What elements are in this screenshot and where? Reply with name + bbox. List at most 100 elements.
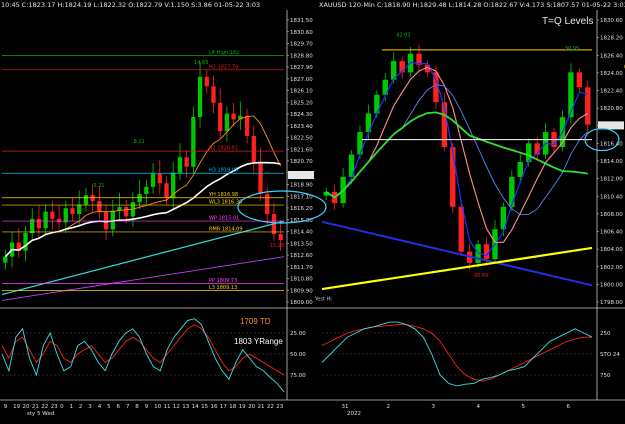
ma-green-line bbox=[325, 111, 588, 199]
candle-body bbox=[191, 117, 196, 167]
x-tick-label: 2 bbox=[79, 404, 83, 410]
x-tick-label: 1 bbox=[70, 404, 74, 410]
candle-body bbox=[3, 256, 8, 263]
y-tick-label: 1824.00 bbox=[600, 71, 623, 77]
indicator-tick-label: 75.00 bbox=[290, 373, 306, 379]
x-tick-label: 2 bbox=[387, 404, 391, 410]
candle-body bbox=[251, 135, 256, 162]
annotation-label: -30.89 bbox=[472, 273, 488, 279]
y-tick-label: 1820.70 bbox=[290, 159, 313, 165]
panel-h2: XAUUSD 120-Min C:1818.90 H:1829.48 L:181… bbox=[318, 1, 625, 417]
x-tick-label: 22 bbox=[41, 404, 48, 410]
y-tick-label: 1809.00 bbox=[290, 300, 313, 306]
level-label: L4 High 182 bbox=[209, 50, 239, 56]
x-tick-label: 21 bbox=[258, 404, 265, 410]
candle-body bbox=[265, 193, 270, 215]
ma-white-line bbox=[4, 161, 281, 258]
candle-body bbox=[450, 147, 456, 207]
indicator-text: 1803 YRange bbox=[234, 337, 283, 346]
y-tick-label: 1821.60 bbox=[290, 147, 313, 153]
current-price-label: 1818.90 bbox=[290, 173, 313, 179]
x-tick-label: 3 bbox=[88, 404, 92, 410]
x-tick-label: 7 bbox=[126, 404, 130, 410]
candle-body bbox=[278, 234, 283, 241]
level-label: H2 1827.79 bbox=[209, 64, 238, 70]
candle-body bbox=[576, 72, 583, 88]
candle-body bbox=[458, 206, 464, 252]
indicator-tick-label: 25.00 bbox=[290, 331, 306, 337]
y-tick-label: 1823.40 bbox=[290, 124, 313, 130]
y-tick-label: 1826.40 bbox=[600, 53, 623, 59]
candle-body bbox=[124, 206, 129, 217]
candle-body bbox=[483, 244, 490, 260]
candle-body bbox=[43, 211, 48, 229]
candle-body bbox=[77, 204, 82, 215]
candle-body bbox=[137, 193, 142, 203]
y-tick-label: 1826.10 bbox=[290, 89, 313, 95]
annotation-label: 30.95 bbox=[565, 46, 579, 52]
indicator-tick-label: 50.00 bbox=[290, 352, 306, 358]
y-tick-label: 1811.70 bbox=[290, 265, 313, 271]
candle-body bbox=[36, 218, 42, 229]
y-tick-label: 1827.90 bbox=[290, 65, 313, 71]
indicator-cyan-line bbox=[1, 318, 285, 393]
y-tick-label: 1814.00 bbox=[600, 159, 623, 165]
y-tick-label: 1813.50 bbox=[290, 241, 313, 247]
candle-body bbox=[204, 76, 209, 87]
x-tick-label: 4 bbox=[98, 404, 102, 410]
x-tick-label: 10 bbox=[154, 404, 161, 410]
level-label: H3 1819.05 bbox=[209, 168, 238, 174]
x-tick-label: 20 bbox=[248, 404, 255, 410]
candle-body bbox=[211, 86, 216, 103]
candle-body bbox=[23, 233, 28, 251]
candle-body bbox=[197, 76, 203, 118]
x-tick-label: 17 bbox=[220, 404, 227, 410]
candle-body bbox=[56, 218, 62, 223]
candle-body bbox=[50, 211, 55, 219]
candle-body bbox=[63, 208, 68, 223]
candle-body bbox=[568, 72, 574, 118]
indicator-text: 1709 TD bbox=[240, 317, 271, 326]
level-label: YH 1816.98 bbox=[208, 192, 238, 198]
candle-body bbox=[103, 211, 109, 230]
x-tick-label: 23 bbox=[51, 404, 58, 410]
candle-body bbox=[97, 201, 102, 212]
x-footer-label: sty 5 Wed bbox=[27, 411, 54, 417]
candle-body bbox=[90, 195, 95, 202]
x-tick-label: 18 bbox=[229, 404, 236, 410]
trend-purple-line bbox=[1, 256, 285, 301]
candle-body bbox=[150, 173, 156, 187]
level-label: R1 1820.92 bbox=[209, 146, 238, 152]
x-tick-label: 9 bbox=[4, 404, 8, 410]
y-tick-label: 1802.00 bbox=[600, 265, 623, 271]
candle-body bbox=[164, 183, 169, 198]
y-tick-label: 1825.20 bbox=[290, 100, 313, 106]
candle-body bbox=[110, 210, 115, 230]
annotation-label: 14.65 bbox=[194, 60, 208, 66]
annotation-label: -15.28 bbox=[268, 243, 284, 249]
x-tick-label: 19 bbox=[13, 404, 20, 410]
level-label: WL3 1816.36 bbox=[209, 200, 242, 206]
x-tick-label: 31 bbox=[342, 404, 349, 410]
y-tick-label: 1829.70 bbox=[290, 42, 313, 48]
y-tick-label: 1818.90 bbox=[290, 183, 313, 189]
y-tick-label: 1831.50 bbox=[290, 18, 313, 24]
x-tick-label: 6 bbox=[117, 404, 121, 410]
candle-body bbox=[70, 208, 75, 215]
x-tick-label: 13 bbox=[182, 404, 189, 410]
level-label: WP 1815.01 bbox=[209, 216, 239, 222]
x-tick-label: 5 bbox=[107, 404, 111, 410]
y-tick-label: 1828.20 bbox=[600, 36, 623, 42]
candle-body bbox=[83, 195, 89, 205]
y-tick-label: 1812.60 bbox=[290, 253, 313, 259]
candle-body bbox=[517, 162, 523, 177]
y-tick-label: 1822.50 bbox=[290, 136, 313, 142]
x-tick-label: 20 bbox=[23, 404, 30, 410]
y-tick-label: 1804.00 bbox=[600, 247, 623, 253]
indicator-red-line bbox=[1, 324, 285, 376]
x-tick-label: 19 bbox=[239, 404, 246, 410]
annotation-label: 5.21 bbox=[93, 183, 104, 189]
y-tick-label: 1809.90 bbox=[290, 288, 313, 294]
indicator-tick-label: 250 bbox=[600, 331, 611, 337]
y-tick-label: 1828.80 bbox=[290, 53, 313, 59]
